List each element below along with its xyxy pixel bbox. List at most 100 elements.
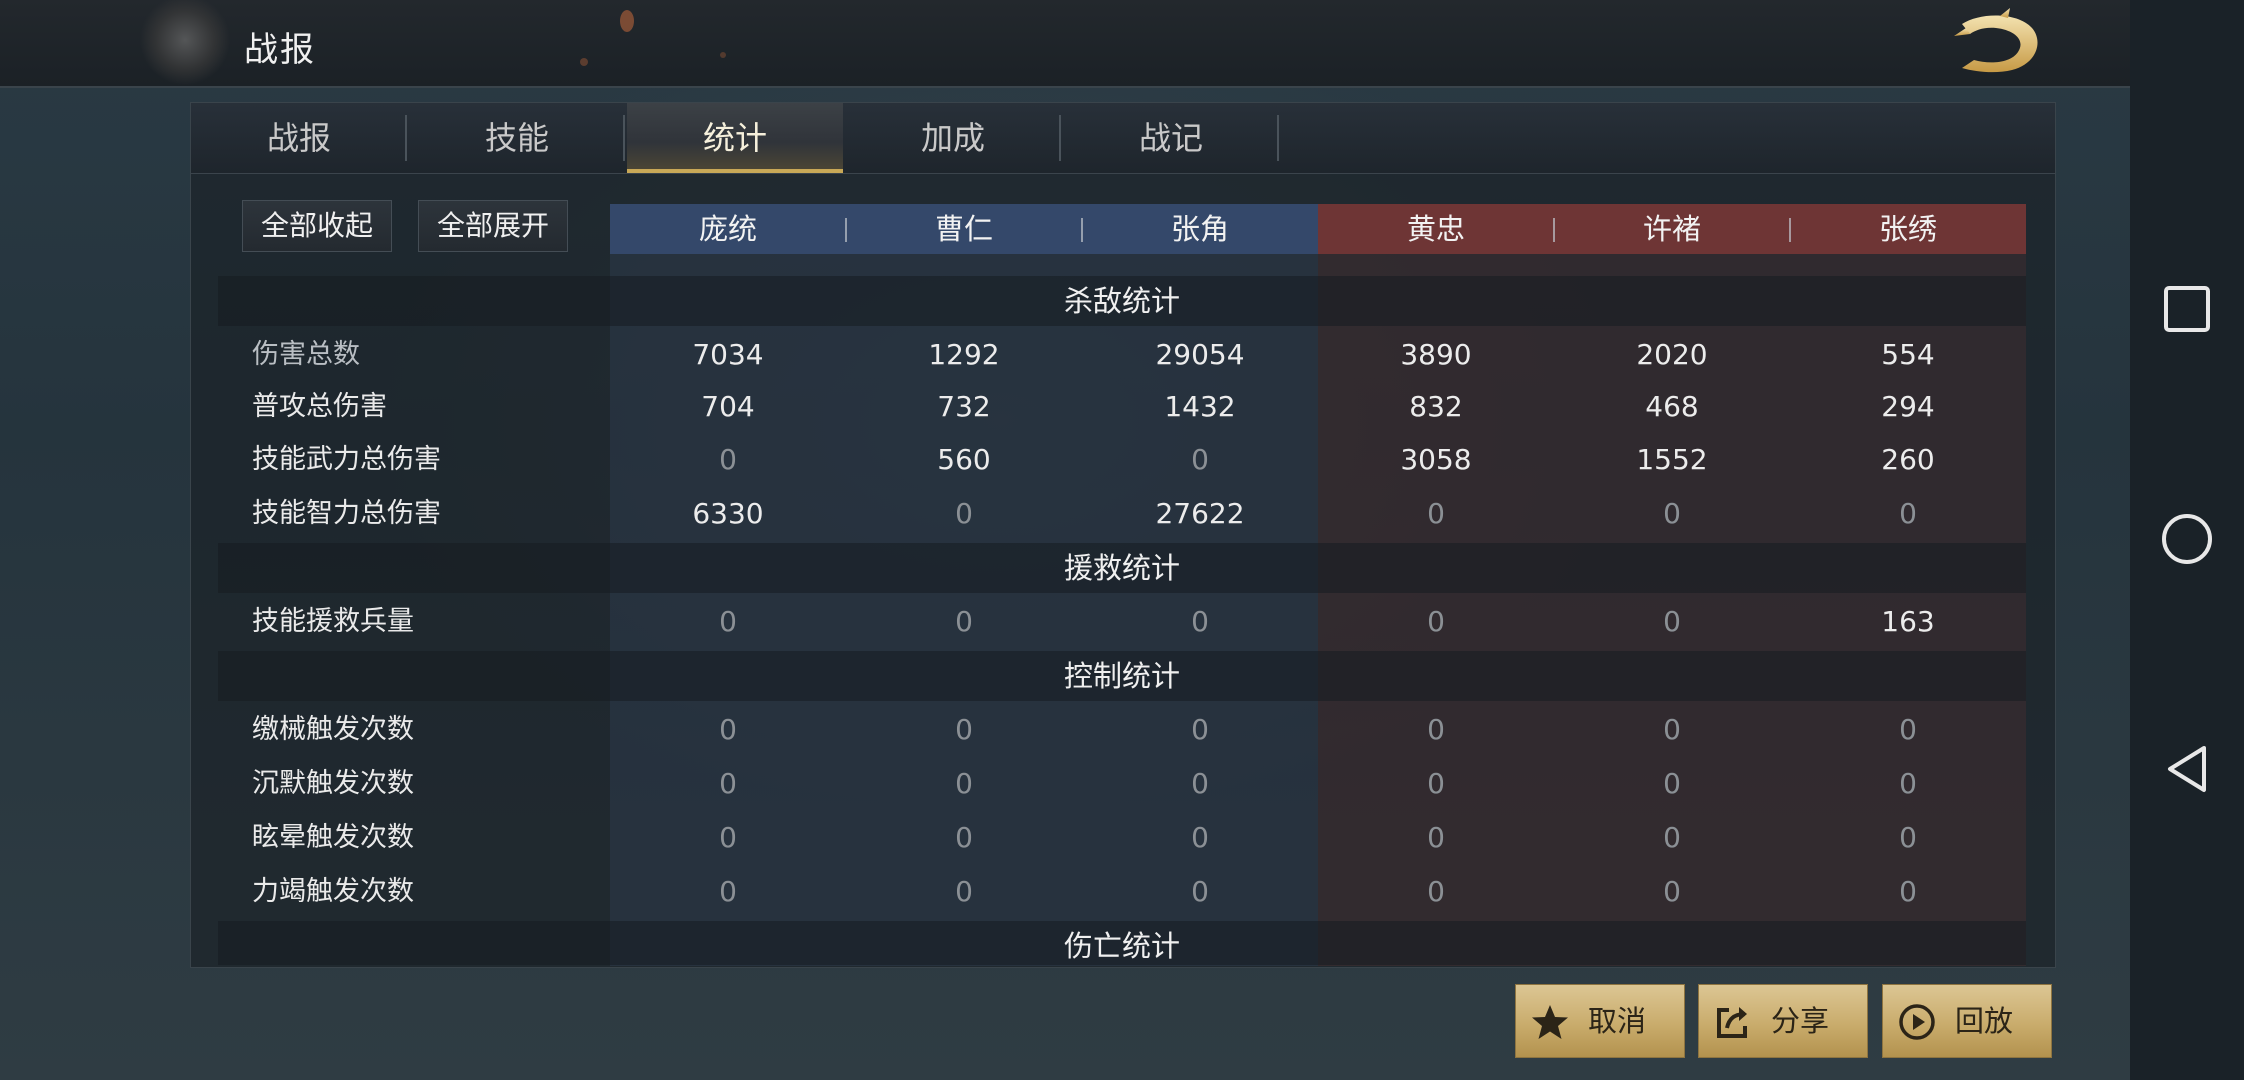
table-row: 眩晕触发次数 0 0 0 0 0 0	[218, 811, 2026, 865]
tab-bonus[interactable]: 加成	[845, 103, 1061, 173]
tab-battle-report[interactable]: 战报	[191, 103, 407, 173]
row-label: 沉默触发次数	[252, 768, 414, 799]
hero-name-header: 张绣	[1878, 212, 1937, 246]
row-label: 伤害总数	[252, 339, 360, 370]
stat-cell: 29054	[1155, 338, 1245, 371]
table-row: 技能武力总伤害 0 560 0 3058 1552 260	[218, 433, 2026, 487]
table-row: 沉默触发次数 0 0 0 0 0 0	[218, 757, 2026, 811]
tab-skills[interactable]: 技能	[409, 103, 625, 173]
stat-cell: 554	[1881, 338, 1935, 371]
stat-cell: 0	[1899, 875, 1917, 908]
expand-all-button[interactable]: 全部展开	[418, 200, 568, 252]
row-label: 眩晕触发次数	[252, 822, 414, 853]
stat-cell: 0	[1191, 875, 1209, 908]
header-divider	[845, 218, 847, 242]
header-divider	[1081, 218, 1083, 242]
stat-cell: 0	[1191, 605, 1209, 638]
stat-cell: 0	[719, 713, 737, 746]
title-bar: 战报	[0, 0, 2130, 88]
stat-cell: 0	[955, 713, 973, 746]
tab-bar: 战报 技能 统计 加成 战记	[191, 103, 2055, 174]
stat-cell: 0	[1663, 605, 1681, 638]
table-row: 缴械触发次数 0 0 0 0 0 0	[218, 703, 2026, 757]
stat-cell: 0	[1899, 821, 1917, 854]
stat-cell: 27622	[1155, 497, 1245, 530]
stat-cell: 0	[1899, 713, 1917, 746]
table-row: 力竭触发次数 0 0 0 0 0 0	[218, 865, 2026, 919]
row-label: 力竭触发次数	[252, 876, 414, 907]
row-label: 缴械触发次数	[252, 714, 414, 745]
stat-cell: 0	[1663, 497, 1681, 530]
stat-cell: 0	[1191, 443, 1209, 476]
share-button[interactable]: 分享	[1698, 984, 1868, 1058]
section-control-stats: 控制统计	[218, 651, 2026, 701]
table-row: 技能智力总伤害 6330 0 27622 0 0 0	[218, 487, 2026, 541]
tab-statistics[interactable]: 统计	[627, 103, 843, 173]
page-title: 战报	[244, 30, 316, 70]
stat-cell: 0	[1427, 713, 1445, 746]
stat-cell: 3058	[1400, 443, 1472, 476]
row-label: 技能智力总伤害	[252, 498, 441, 529]
recent-apps-icon[interactable]	[2160, 282, 2214, 336]
cancel-favorite-button[interactable]: 取消	[1515, 984, 1685, 1058]
ember-decoration	[620, 10, 634, 32]
hero-name-header: 许褚	[1642, 212, 1701, 246]
stat-cell: 832	[1409, 390, 1463, 423]
stat-cell: 0	[1663, 875, 1681, 908]
row-label: 技能援救兵量	[252, 606, 414, 637]
stat-cell: 0	[955, 821, 973, 854]
stat-cell: 0	[1427, 497, 1445, 530]
stat-cell: 0	[1663, 713, 1681, 746]
table-row: 技能援救兵量 0 0 0 0 0 163	[218, 595, 2026, 649]
stat-cell: 468	[1645, 390, 1699, 423]
stat-cell: 732	[937, 390, 991, 423]
replay-label: 回放	[1955, 1004, 2014, 1038]
star-icon	[1532, 1005, 1568, 1039]
section-casualty-stats: 伤亡统计	[218, 921, 2026, 965]
share-label: 分享	[1771, 1004, 1830, 1038]
stat-cell: 0	[719, 821, 737, 854]
stat-cell: 560	[937, 443, 991, 476]
stat-cell: 1292	[928, 338, 1000, 371]
stat-cell: 260	[1881, 443, 1935, 476]
stat-cell: 0	[1427, 821, 1445, 854]
stat-cell: 0	[955, 767, 973, 800]
stat-cell: 0	[719, 443, 737, 476]
stat-cell: 2020	[1636, 338, 1708, 371]
table-row: 伤害总数 7034 1292 29054 3890 2020 554	[218, 328, 2026, 382]
stat-cell: 0	[1663, 821, 1681, 854]
hero-name-header: 黄忠	[1406, 212, 1465, 246]
tab-battle-log[interactable]: 战记	[1063, 103, 1279, 173]
stat-cell: 0	[955, 605, 973, 638]
header-divider	[1553, 218, 1555, 242]
stat-cell: 0	[1427, 875, 1445, 908]
stat-cell: 0	[719, 767, 737, 800]
collapse-all-button[interactable]: 全部收起	[242, 200, 392, 252]
back-dragon-icon[interactable]	[1940, 6, 2050, 82]
stat-cell: 0	[1899, 767, 1917, 800]
row-label: 普攻总伤害	[252, 391, 387, 422]
stat-cell: 0	[719, 875, 737, 908]
stat-cell: 0	[1191, 767, 1209, 800]
share-icon	[1717, 1007, 1747, 1038]
table-row: 普攻总伤害 704 732 1432 832 468 294	[218, 380, 2026, 434]
dragon-emblem-icon	[140, 0, 230, 86]
stat-cell: 0	[1191, 713, 1209, 746]
stat-cell: 6330	[692, 497, 764, 530]
ember-decoration	[580, 58, 588, 66]
stat-cell: 0	[1427, 767, 1445, 800]
ember-decoration	[720, 52, 726, 58]
stat-cell: 294	[1881, 390, 1935, 423]
hero-name-header: 庞统	[698, 212, 757, 246]
stat-cell: 1432	[1164, 390, 1236, 423]
stat-cell: 0	[955, 497, 973, 530]
stat-cell: 163	[1881, 605, 1935, 638]
replay-button[interactable]: 回放	[1882, 984, 2052, 1058]
row-label: 技能武力总伤害	[252, 444, 441, 475]
section-kill-stats: 杀敌统计	[218, 276, 2026, 326]
cancel-label: 取消	[1588, 1004, 1647, 1038]
stat-cell: 0	[1899, 497, 1917, 530]
back-icon[interactable]	[2160, 742, 2214, 796]
home-icon[interactable]	[2160, 512, 2214, 566]
stat-cell: 704	[701, 390, 755, 423]
